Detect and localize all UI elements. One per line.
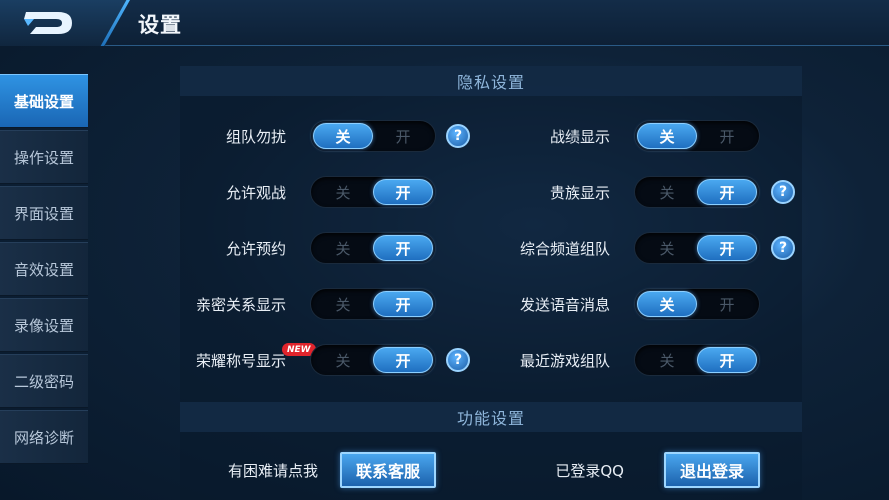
setting-label-record-display: 战绩显示 <box>549 128 610 146</box>
contact-support-button[interactable]: 联系客服 <box>340 452 436 488</box>
sidebar-item-password[interactable]: 二级密码 <box>0 354 88 408</box>
toggle-on-option[interactable]: 开 <box>373 291 433 317</box>
sidebar-item-interface[interactable]: 界面设置 <box>0 186 88 240</box>
toggle-off-option[interactable]: 关 <box>637 291 697 317</box>
setting-label-allow-spectate: 允许观战 <box>225 184 286 202</box>
back-logo-icon <box>24 12 72 34</box>
toggle-allow-spectate[interactable]: 关 开 <box>310 176 436 208</box>
toggle-record-display[interactable]: 关 开 <box>634 120 760 152</box>
toggle-off-option[interactable]: 关 <box>313 347 373 373</box>
privacy-section-title: 隐私设置 <box>180 66 802 96</box>
setting-label-noble-display: 贵族显示 <box>549 184 610 202</box>
toggle-on-option[interactable]: 开 <box>697 179 757 205</box>
toggle-on-option[interactable]: 开 <box>697 347 757 373</box>
function-section-title: 功能设置 <box>180 402 802 432</box>
sidebar-item-sound[interactable]: 音效设置 <box>0 242 88 296</box>
toggle-off-option[interactable]: 关 <box>637 235 697 261</box>
toggle-off-option[interactable]: 关 <box>637 123 697 149</box>
toggle-honor-title[interactable]: 关 开 <box>310 344 436 376</box>
toggle-on-option[interactable]: 开 <box>373 235 433 261</box>
toggle-on-option[interactable]: 开 <box>697 291 757 317</box>
back-button[interactable] <box>0 0 128 46</box>
toggle-voice-message[interactable]: 关 开 <box>634 288 760 320</box>
setting-label-channel-team: 综合频道组队 <box>519 240 610 258</box>
setting-label-recent-team: 最近游戏组队 <box>519 352 610 370</box>
sidebar-item-replay[interactable]: 录像设置 <box>0 298 88 352</box>
help-icon[interactable]: ? <box>771 180 795 204</box>
toggle-allow-booking[interactable]: 关 开 <box>310 232 436 264</box>
toggle-on-option[interactable]: 开 <box>373 123 433 149</box>
toggle-on-option[interactable]: 开 <box>697 123 757 149</box>
toggle-team-dnd[interactable]: 关 开 <box>310 120 436 152</box>
sidebar: 基础设置 操作设置 界面设置 音效设置 录像设置 二级密码 网络诊断 <box>0 74 88 466</box>
setting-label-team-dnd: 组队勿扰 <box>225 128 286 146</box>
toggle-noble-display[interactable]: 关 开 <box>634 176 760 208</box>
sidebar-item-controls[interactable]: 操作设置 <box>0 130 88 184</box>
toggle-off-option[interactable]: 关 <box>637 347 697 373</box>
sidebar-item-basic[interactable]: 基础设置 <box>0 74 88 128</box>
toggle-on-option[interactable]: 开 <box>373 347 433 373</box>
qq-login-label: 已登录QQ <box>555 462 624 480</box>
toggle-off-option[interactable]: 关 <box>313 235 373 261</box>
sidebar-item-network[interactable]: 网络诊断 <box>0 410 88 464</box>
setting-label-allow-booking: 允许预约 <box>225 240 286 258</box>
toggle-off-option[interactable]: 关 <box>637 179 697 205</box>
toggle-off-option[interactable]: 关 <box>313 123 373 149</box>
setting-label-honor-title: 荣耀称号显示 <box>195 352 286 370</box>
setting-label-intimacy-display: 亲密关系显示 <box>195 296 286 314</box>
help-request-label: 有困难请点我 <box>227 462 318 480</box>
toggle-intimacy-display[interactable]: 关 开 <box>310 288 436 320</box>
toggle-recent-team[interactable]: 关 开 <box>634 344 760 376</box>
toggle-off-option[interactable]: 关 <box>313 291 373 317</box>
toggle-off-option[interactable]: 关 <box>313 179 373 205</box>
header-bar: 设置 <box>0 0 889 46</box>
logout-button[interactable]: 退出登录 <box>664 452 760 488</box>
toggle-on-option[interactable]: 开 <box>697 235 757 261</box>
toggle-on-option[interactable]: 开 <box>373 179 433 205</box>
toggle-channel-team[interactable]: 关 开 <box>634 232 760 264</box>
help-icon[interactable]: ? <box>771 236 795 260</box>
page-title: 设置 <box>138 13 182 37</box>
setting-label-voice-message: 发送语音消息 <box>519 296 610 314</box>
